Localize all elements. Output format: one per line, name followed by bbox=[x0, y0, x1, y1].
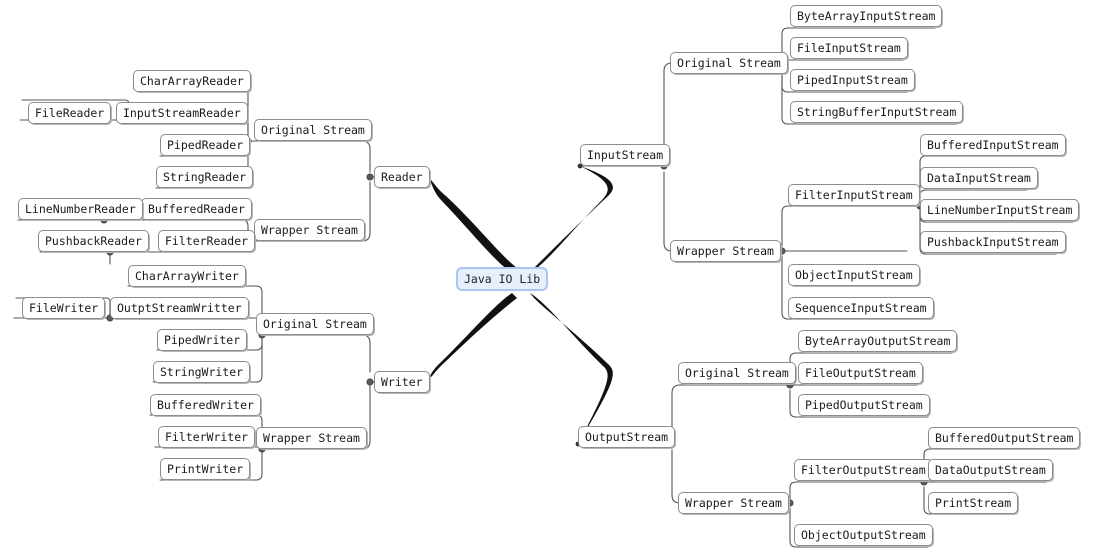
branch-reader bbox=[428, 177, 517, 273]
node-outputstream-wrapper-stream[interactable]: Wrapper Stream bbox=[678, 492, 789, 514]
node-reader-original-stream[interactable]: Original Stream bbox=[254, 119, 372, 141]
node-outputstream-original-stream[interactable]: Original Stream bbox=[678, 362, 796, 384]
node-inputstream-original-stream[interactable]: Original Stream bbox=[670, 52, 788, 74]
root-node-java-io-lib[interactable]: Java IO Lib bbox=[456, 267, 549, 291]
node-stringbufferinputstream[interactable]: StringBufferInputStream bbox=[790, 101, 964, 123]
node-objectoutputstream[interactable]: ObjectOutputStream bbox=[794, 524, 933, 546]
node-stringwriter[interactable]: StringWriter bbox=[153, 361, 251, 383]
node-pipedreader[interactable]: PipedReader bbox=[160, 134, 251, 156]
node-objectinputstream[interactable]: ObjectInputStream bbox=[788, 264, 920, 286]
node-pipedwriter[interactable]: PipedWriter bbox=[157, 329, 248, 351]
node-bufferedreader[interactable]: BufferedReader bbox=[141, 198, 252, 220]
node-linenumberinputstream[interactable]: LineNumberInputStream bbox=[920, 199, 1080, 221]
node-writer[interactable]: Writer bbox=[374, 371, 430, 393]
branch-outputstream bbox=[530, 293, 613, 444]
node-reader-wrapper-stream[interactable]: Wrapper Stream bbox=[254, 219, 365, 241]
node-stringreader[interactable]: StringReader bbox=[156, 166, 254, 188]
node-inputstream-wrapper-stream[interactable]: Wrapper Stream bbox=[670, 240, 781, 262]
main-branches bbox=[426, 166, 613, 444]
node-outputstream[interactable]: OutputStream bbox=[578, 426, 676, 448]
node-sequenceinputstream[interactable]: SequenceInputStream bbox=[788, 297, 934, 319]
node-inputstream[interactable]: InputStream bbox=[580, 144, 671, 166]
branch-end-dots bbox=[423, 163, 583, 447]
node-writer-wrapper-stream[interactable]: Wrapper Stream bbox=[256, 427, 367, 449]
branch-inputstream bbox=[530, 166, 613, 273]
edge-writer-original bbox=[261, 334, 371, 373]
node-printstream[interactable]: PrintStream bbox=[928, 492, 1019, 514]
node-filewriter[interactable]: FileWriter bbox=[22, 297, 106, 319]
node-outptstreamwritter[interactable]: OutptStreamWritter bbox=[110, 297, 249, 319]
branch-writer bbox=[426, 293, 517, 382]
node-bufferedinputstream[interactable]: BufferedInputStream bbox=[920, 134, 1066, 156]
mindmap-canvas: Java IO Lib Reader Original Stream Wrapp… bbox=[0, 0, 1095, 558]
edge-inputstream-original bbox=[663, 62, 783, 161]
node-dataoutputstream[interactable]: DataOutputStream bbox=[928, 459, 1053, 481]
node-filteroutputstream[interactable]: FilterOutputStream bbox=[794, 459, 933, 481]
node-pipedoutputstream[interactable]: PipedOutputStream bbox=[798, 394, 930, 416]
node-linenumberreader[interactable]: LineNumberReader bbox=[18, 198, 143, 220]
node-filterreader[interactable]: FilterReader bbox=[158, 230, 256, 252]
node-pushbackreader[interactable]: PushbackReader bbox=[38, 230, 149, 252]
node-pipedinputstream[interactable]: PipedInputStream bbox=[790, 69, 915, 91]
node-pushbackinputstream[interactable]: PushbackInputStream bbox=[920, 231, 1066, 253]
node-bufferedwriter[interactable]: BufferedWriter bbox=[150, 394, 261, 416]
node-writer-original-stream[interactable]: Original Stream bbox=[256, 313, 374, 335]
node-chararraywriter[interactable]: CharArrayWriter bbox=[128, 265, 246, 287]
node-filterinputstream[interactable]: FilterInputStream bbox=[788, 184, 920, 206]
node-inputstreamreader[interactable]: InputStreamReader bbox=[116, 102, 248, 124]
node-bytearrayinputstream[interactable]: ByteArrayInputStream bbox=[790, 5, 943, 27]
node-printwriter[interactable]: PrintWriter bbox=[160, 458, 251, 480]
edge-reader-original bbox=[247, 140, 371, 173]
node-fileoutputstream[interactable]: FileOutputStream bbox=[798, 362, 923, 384]
node-filterwriter[interactable]: FilterWriter bbox=[158, 426, 256, 448]
node-filereader[interactable]: FileReader bbox=[28, 102, 112, 124]
node-bufferedoutputstream[interactable]: BufferedOutputStream bbox=[928, 427, 1081, 449]
node-bytearrayoutputstream[interactable]: ByteArrayOutputStream bbox=[798, 330, 958, 352]
node-fileinputstream[interactable]: FileInputStream bbox=[790, 37, 908, 59]
edge-outputstream-original bbox=[671, 384, 791, 439]
node-datainputstream[interactable]: DataInputStream bbox=[920, 167, 1038, 189]
node-chararrayreader[interactable]: CharArrayReader bbox=[133, 70, 251, 92]
node-reader[interactable]: Reader bbox=[374, 166, 430, 188]
